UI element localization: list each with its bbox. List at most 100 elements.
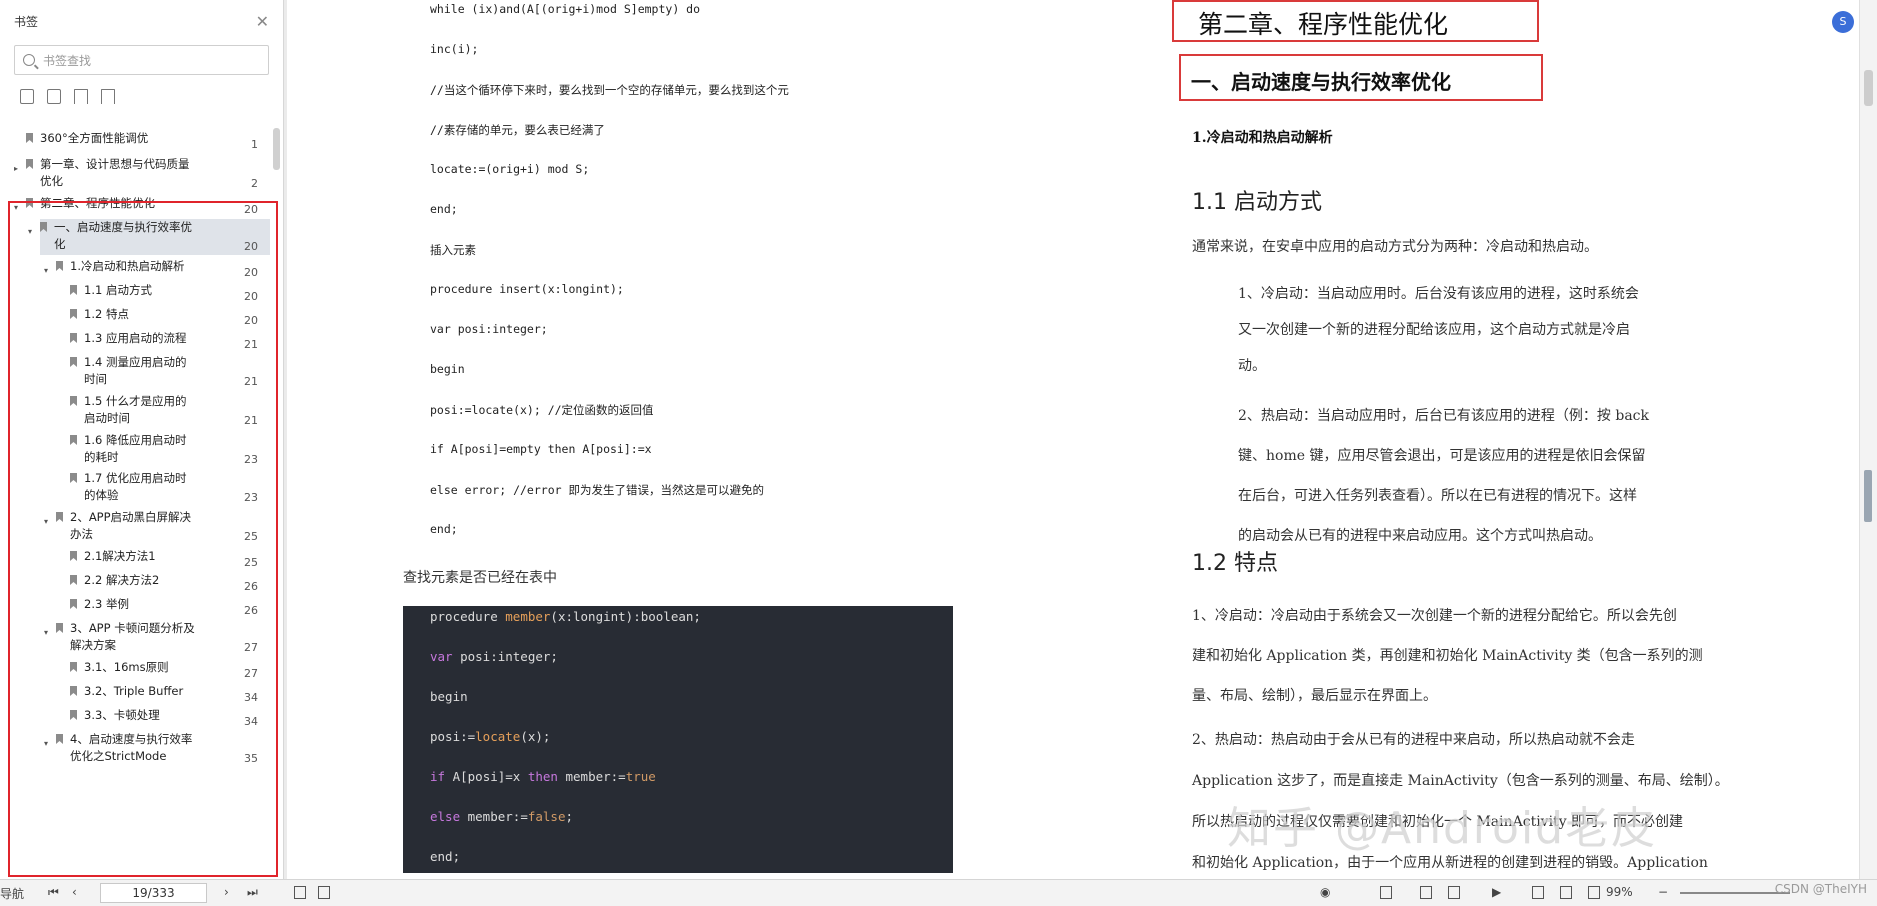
bookmark-item[interactable]: 3.3、卡顿处理 34	[0, 707, 270, 728]
prose-find-element: 查找元素是否已经在表中	[403, 570, 557, 586]
bookmark-icon	[70, 575, 77, 585]
bookmark-icon	[56, 512, 63, 522]
bookmark-item[interactable]: 2.2 解决方法2 26	[0, 572, 270, 593]
bookmark-icon	[40, 222, 47, 232]
back-icon[interactable]	[294, 886, 306, 899]
page-number-input[interactable]: 19/333	[100, 883, 207, 903]
prev-page-icon[interactable]: ‹	[72, 885, 77, 899]
paragraph-startup-modes: 通常来说，在安卓中应用的启动方式分为两种：冷启动和热启动。	[1192, 239, 1598, 255]
bookmark-page-number: 20	[244, 314, 258, 327]
actual-size-icon[interactable]	[1532, 886, 1544, 899]
play-icon[interactable]: ▶	[1492, 885, 1501, 899]
bookmark-item[interactable]: 1.6 降低应用启动时 的耗时 23	[0, 432, 270, 468]
document-scrollbar[interactable]	[1859, 0, 1877, 879]
close-icon[interactable]: ✕	[256, 12, 269, 31]
bookmark-page-number: 34	[244, 715, 258, 728]
code-line: if A[posi]=empty then A[posi]:=x	[430, 442, 652, 456]
bookmark-label: 4、启动速度与执行效率 优化之StrictMode	[70, 732, 193, 763]
bookmark-item[interactable]: 1.4 测量应用启动的 时间 21	[0, 354, 270, 390]
bookmark-item[interactable]: ▾ 4、启动速度与执行效率 优化之StrictMode 35	[0, 731, 270, 767]
dual-page-icon[interactable]	[1448, 886, 1460, 899]
paragraph-line: 的启动会从已有的进程中来启动应用。这个方式叫热启动。	[1238, 528, 1602, 544]
floating-app-icon[interactable]: S	[1832, 11, 1854, 33]
zoom-level[interactable]: 99%	[1606, 885, 1633, 899]
bookmark-icon	[70, 473, 77, 483]
bookmark-icon[interactable]	[101, 89, 115, 104]
bookmark-page-number: 27	[244, 667, 258, 680]
bookmark-icon	[70, 357, 77, 367]
bookmark-label: 1.4 测量应用启动的 时间	[84, 355, 187, 386]
bookmark-page-number: 25	[244, 556, 258, 569]
bookmark-item[interactable]: 1.5 什么才是应用的 启动时间 21	[0, 393, 270, 429]
bookmark-icon	[70, 333, 77, 343]
collapse-all-icon[interactable]	[47, 89, 61, 104]
collapse-arrow-icon[interactable]: ▾	[44, 735, 48, 752]
last-page-icon[interactable]: ⏭	[247, 885, 258, 900]
bookmark-label: 3、APP 卡顿问题分析及 解决方案	[70, 621, 195, 652]
bookmark-page-number: 21	[244, 338, 258, 351]
bookmark-icon	[26, 159, 33, 169]
zoom-out-icon[interactable]: −	[1658, 885, 1668, 899]
code-line: inc(i);	[430, 42, 479, 56]
bookmark-item[interactable]: 360°全方面性能调优 1	[0, 130, 270, 151]
code-line: posi:=locate(x); //定位函数的返回值	[430, 403, 654, 417]
bookmark-item[interactable]: 1.2 特点 20	[0, 306, 270, 327]
section-title: 一、启动速度与执行效率优化	[1191, 70, 1451, 94]
sidebar-scrollbar-thumb[interactable]	[273, 128, 280, 170]
collapse-arrow-icon[interactable]: ▾	[44, 624, 48, 641]
forward-icon[interactable]	[318, 886, 330, 899]
bookmark-item[interactable]: 3.1、16ms原则 27	[0, 659, 270, 680]
bookmark-page-number: 23	[244, 453, 258, 466]
code-line: var posi:integer;	[430, 322, 548, 336]
add-bookmark-icon[interactable]	[74, 89, 88, 104]
bookmark-label: 2.2 解决方法2	[84, 573, 160, 587]
fit-width-icon[interactable]	[1588, 886, 1600, 899]
bookmark-item[interactable]: 2.3 举例 26	[0, 596, 270, 617]
bookmark-item[interactable]: 3.2、Triple Buffer 34	[0, 683, 270, 704]
bookmark-item[interactable]: ▾ 第二章、程序性能优化 20	[0, 195, 270, 216]
scrollbar-thumb[interactable]	[1864, 70, 1873, 106]
watermark: 知乎 @Android老皮	[1227, 803, 1658, 854]
bookmark-item[interactable]: 1.3 应用启动的流程 21	[0, 330, 270, 351]
bookmark-item[interactable]: 1.1 启动方式 20	[0, 282, 270, 303]
paragraph-line: 2、热启动：热启动由于会从已有的进程中来启动，所以热启动就不会走	[1192, 732, 1635, 748]
bookmark-page-number: 20	[244, 203, 258, 216]
single-page-icon[interactable]	[1380, 886, 1392, 899]
bookmark-label: 1.6 降低应用启动时 的耗时	[84, 433, 187, 464]
search-icon	[23, 54, 35, 66]
collapse-arrow-icon[interactable]: ▾	[44, 513, 48, 530]
bookmark-item[interactable]: ▾ 3、APP 卡顿问题分析及 解决方案 27	[0, 620, 270, 656]
continuous-page-icon[interactable]	[1420, 886, 1432, 899]
dark-code-block: procedure member(x:longint):boolean; var…	[403, 606, 953, 873]
bookmark-item[interactable]: 2.1解决方法1 25	[0, 548, 270, 569]
next-page-icon[interactable]: ›	[224, 885, 229, 899]
bookmark-item[interactable]: ▸ 第一章、设计思想与代码质量 优化 2	[0, 156, 270, 192]
code-line: var posi:integer;	[430, 649, 558, 664]
expand-all-icon[interactable]	[20, 89, 34, 104]
bookmark-item[interactable]: ▾ 1.冷启动和热启动解析 20	[0, 258, 270, 279]
zoom-slider[interactable]	[1680, 892, 1790, 894]
chapter-title: 第二章、程序性能优化	[1198, 10, 1449, 39]
bookmark-item[interactable]: ▾ 一、启动速度与执行效率优化 20	[28, 219, 270, 255]
bookmark-page-number: 26	[244, 580, 258, 593]
code-line: //当这个循环停下来时，要么找到一个空的存储单元，要么找到这个元	[430, 83, 789, 97]
expand-arrow-icon[interactable]: ▸	[14, 160, 18, 177]
bookmark-search-input[interactable]: 书签查找	[14, 45, 269, 75]
bookmark-item[interactable]: ▾ 2、APP启动黑白屏解决 办法 25	[0, 509, 270, 545]
bookmark-icon	[70, 710, 77, 720]
collapse-arrow-icon[interactable]: ▾	[14, 199, 18, 216]
csdn-watermark: CSDN @TheIYH	[1774, 882, 1867, 896]
code-line: locate:=(orig+i) mod S;	[430, 162, 590, 176]
bookmark-label: 1.冷启动和热启动解析	[70, 259, 185, 273]
collapse-arrow-icon[interactable]: ▾	[44, 262, 48, 279]
bookmark-item[interactable]: 1.7 优化应用启动时 的体验 23	[0, 470, 270, 506]
bookmark-icon	[56, 261, 63, 271]
fit-page-icon[interactable]	[1560, 886, 1572, 899]
eye-icon[interactable]: ◉	[1320, 885, 1330, 899]
bookmark-label: 2.3 举例	[84, 597, 129, 611]
collapse-arrow-icon[interactable]: ▾	[28, 223, 32, 240]
nav-label[interactable]: 导航	[0, 885, 24, 902]
bookmark-label: 1.2 特点	[84, 307, 129, 321]
first-page-icon[interactable]: ⏮	[48, 885, 59, 900]
paragraph-line: 动。	[1238, 358, 1266, 374]
